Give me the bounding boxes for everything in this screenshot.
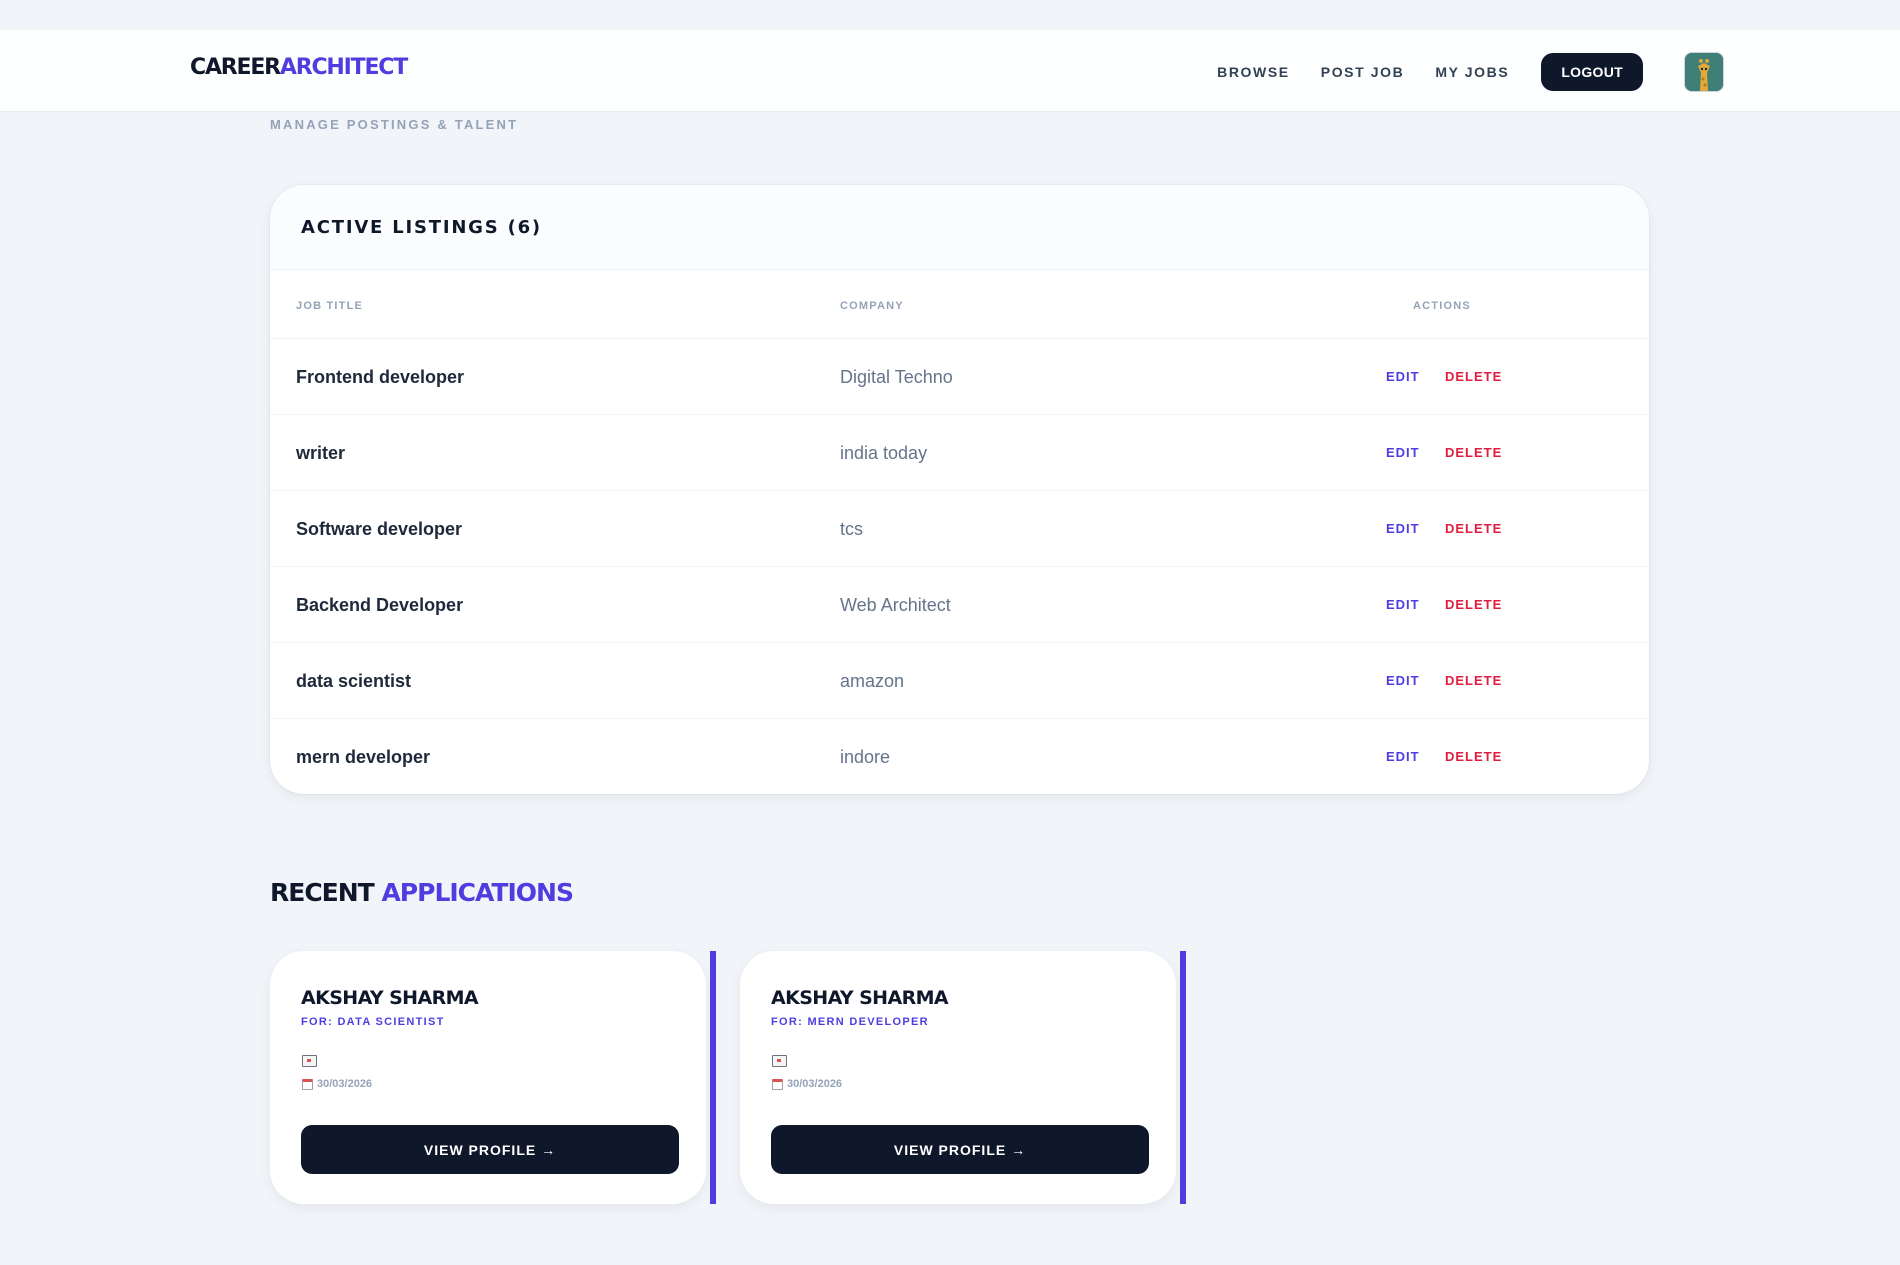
edit-button[interactable]: EDIT [1386, 521, 1420, 536]
date-row: 30/03/2026 [302, 1078, 372, 1090]
company-cell: india today [840, 443, 928, 463]
applicant-name: AKSHAY SHARMA [771, 987, 949, 1009]
col-actions: ACTIONS [1413, 300, 1471, 312]
company-cell: Digital Techno [840, 367, 953, 387]
job-title-cell: Software developer [296, 519, 463, 539]
application-card: AKSHAY SHARMA FOR: DATA SCIENTIST 30/03/… [270, 951, 706, 1204]
nav-my-jobs[interactable]: MY JOBS [1435, 64, 1509, 80]
section-title-part1: RECENT [270, 878, 375, 907]
table-row: mern developer indore EDIT DELETE [270, 719, 1649, 794]
email-icon [302, 1055, 317, 1067]
giraffe-icon [1685, 53, 1723, 91]
edit-button[interactable]: EDIT [1386, 749, 1420, 764]
section-title-part2: APPLICATIONS [381, 878, 574, 907]
applicant-name: AKSHAY SHARMA [301, 987, 479, 1009]
company-cell: amazon [840, 671, 905, 691]
listings-table-header: JOB TITLE COMPANY ACTIONS [270, 270, 1649, 339]
job-title-cell: mern developer [296, 747, 431, 767]
brand-logo[interactable]: CAREERARCHITECT [190, 55, 408, 80]
table-row: Software developer tcs EDIT DELETE [270, 491, 1649, 567]
job-title-cell: Frontend developer [296, 367, 465, 387]
giraffe-avatar-icon[interactable] [1684, 52, 1724, 92]
job-title-cell: Backend Developer [296, 595, 464, 615]
delete-button[interactable]: DELETE [1445, 749, 1502, 764]
edit-button[interactable]: EDIT [1386, 369, 1420, 384]
logout-button[interactable]: LOGOUT [1541, 53, 1643, 91]
recent-applications-title: RECENT APPLICATIONS [270, 878, 574, 907]
company-cell: Web Architect [840, 595, 951, 615]
card-accent-bar [1180, 951, 1186, 1204]
view-profile-button[interactable]: VIEW PROFILE → [771, 1125, 1149, 1174]
email-icon [772, 1055, 787, 1067]
company-cell: indore [840, 747, 891, 767]
col-job-title: JOB TITLE [296, 300, 364, 312]
calendar-icon [302, 1078, 313, 1090]
applied-for-label: FOR: MERN DEVELOPER [771, 1016, 929, 1028]
applied-date: 30/03/2026 [787, 1078, 843, 1090]
edit-button[interactable]: EDIT [1386, 597, 1420, 612]
delete-button[interactable]: DELETE [1445, 521, 1502, 536]
job-title-cell: data scientist [296, 671, 412, 691]
date-row: 30/03/2026 [772, 1078, 842, 1090]
active-listings-card: ACTIVE LISTINGS (6) JOB TITLE COMPANY AC… [270, 185, 1649, 794]
calendar-icon [772, 1078, 783, 1090]
listings-header: ACTIVE LISTINGS (6) [270, 185, 1649, 270]
listings-title: ACTIVE LISTINGS (6) [301, 217, 542, 238]
brand-part-career: CAREER [190, 55, 281, 80]
nav-post-job[interactable]: POST JOB [1321, 64, 1405, 80]
table-row: Frontend developer Digital Techno EDIT D… [270, 339, 1649, 415]
delete-button[interactable]: DELETE [1445, 369, 1502, 384]
nav-browse[interactable]: BROWSE [1217, 64, 1290, 80]
page-subtitle: MANAGE POSTINGS & TALENT [270, 117, 519, 132]
delete-button[interactable]: DELETE [1445, 597, 1502, 612]
col-company: COMPANY [840, 300, 904, 312]
table-row: writer india today EDIT DELETE [270, 415, 1649, 491]
delete-button[interactable]: DELETE [1445, 673, 1502, 688]
job-title-cell: writer [296, 443, 346, 463]
brand-part-architect: ARCHITECT [279, 55, 408, 80]
application-card: AKSHAY SHARMA FOR: MERN DEVELOPER 30/03/… [740, 951, 1176, 1204]
company-cell: tcs [840, 519, 864, 539]
delete-button[interactable]: DELETE [1445, 445, 1502, 460]
applied-for-label: FOR: DATA SCIENTIST [301, 1016, 445, 1028]
view-profile-button[interactable]: VIEW PROFILE → [301, 1125, 679, 1174]
edit-button[interactable]: EDIT [1386, 445, 1420, 460]
nav-menu: BROWSE POST JOB MY JOBS LOGOUT [1217, 52, 1724, 92]
edit-button[interactable]: EDIT [1386, 673, 1420, 688]
top-navbar: CAREERARCHITECT BROWSE POST JOB MY JOBS … [0, 30, 1900, 111]
applied-date: 30/03/2026 [317, 1078, 373, 1090]
card-accent-bar [710, 951, 716, 1204]
table-row: data scientist amazon EDIT DELETE [270, 643, 1649, 719]
table-row: Backend Developer Web Architect EDIT DEL… [270, 567, 1649, 643]
